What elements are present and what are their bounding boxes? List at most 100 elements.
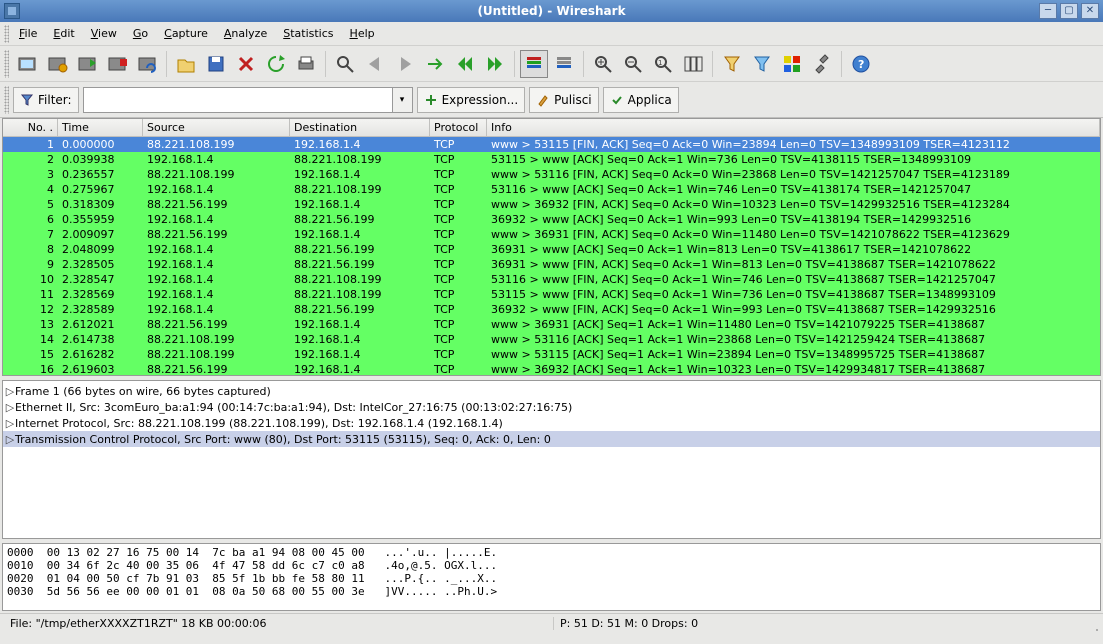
filter-toolbar: Filter: ▾ Expression... Pulisci Applica (0, 82, 1103, 118)
interfaces-button[interactable] (13, 50, 41, 78)
toolbar-separator (841, 51, 842, 77)
filter-label-button[interactable]: Filter: (13, 87, 79, 113)
svg-text:1: 1 (658, 59, 662, 67)
packet-row[interactable]: 72.00909788.221.56.199192.168.1.4TCPwww … (3, 227, 1100, 242)
capture-restart-button[interactable] (133, 50, 161, 78)
go-first-button[interactable] (451, 50, 479, 78)
capture-stop-button[interactable] (103, 50, 131, 78)
expand-triangle-icon[interactable]: ▷ (5, 385, 15, 398)
resize-columns-button[interactable] (679, 50, 707, 78)
expression-button[interactable]: Expression... (417, 87, 526, 113)
capture-options-button[interactable] (43, 50, 71, 78)
column-info[interactable]: Info (487, 119, 1100, 136)
go-forward-icon (394, 53, 416, 75)
menu-go[interactable]: Go (125, 24, 156, 43)
menu-statistics[interactable]: Statistics (275, 24, 341, 43)
packet-row[interactable]: 20.039938192.168.1.488.221.108.199TCP531… (3, 152, 1100, 167)
column-protocol[interactable]: Protocol (430, 119, 487, 136)
auto-scroll-button[interactable] (550, 50, 578, 78)
zoom-out-icon (622, 53, 644, 75)
go-forward-button[interactable] (391, 50, 419, 78)
filter-input[interactable] (83, 87, 393, 113)
display-filters-button[interactable] (748, 50, 776, 78)
close-button[interactable]: ✕ (1081, 3, 1099, 19)
packet-row[interactable]: 82.048099192.168.1.488.221.56.199TCP3693… (3, 242, 1100, 257)
app-icon (4, 3, 20, 19)
filter-icon (20, 93, 34, 107)
window-title: (Untitled) - Wireshark (477, 4, 625, 18)
detail-row[interactable]: ▷ Internet Protocol, Src: 88.221.108.199… (3, 415, 1100, 431)
colorize-button[interactable] (520, 50, 548, 78)
packet-row[interactable]: 50.31830988.221.56.199192.168.1.4TCPwww … (3, 197, 1100, 212)
detail-row[interactable]: ▷ Ethernet II, Src: 3comEuro_ba:a1:94 (0… (3, 399, 1100, 415)
go-to-icon (424, 53, 446, 75)
capture-restart-icon (136, 53, 158, 75)
capture-filters-icon (721, 53, 743, 75)
minimize-button[interactable]: ─ (1039, 3, 1057, 19)
packet-row[interactable]: 60.355959192.168.1.488.221.56.199TCP3693… (3, 212, 1100, 227)
go-first-icon (454, 53, 476, 75)
menu-file[interactable]: File (11, 24, 45, 43)
packet-row[interactable]: 152.61628288.221.108.199192.168.1.4TCPww… (3, 347, 1100, 362)
maximize-button[interactable]: ▢ (1060, 3, 1078, 19)
detail-row[interactable]: ▷ Frame 1 (66 bytes on wire, 66 bytes ca… (3, 383, 1100, 399)
filter-dropdown[interactable]: ▾ (393, 87, 413, 113)
expand-triangle-icon[interactable]: ▷ (5, 401, 15, 414)
resize-columns-icon (682, 53, 704, 75)
packet-row[interactable]: 132.61202188.221.56.199192.168.1.4TCPwww… (3, 317, 1100, 332)
menu-analyze[interactable]: Analyze (216, 24, 275, 43)
column-destination[interactable]: Destination (290, 119, 430, 136)
coloring-rules-button[interactable] (778, 50, 806, 78)
print-button[interactable] (292, 50, 320, 78)
packet-bytes-pane[interactable]: 0000 00 13 02 27 16 75 00 14 7c ba a1 94… (2, 543, 1101, 611)
filterbar-grip[interactable] (4, 86, 9, 114)
menu-help[interactable]: Help (342, 24, 383, 43)
menubar: FileEditViewGoCaptureAnalyzeStatisticsHe… (0, 22, 1103, 46)
reload-button[interactable] (262, 50, 290, 78)
menubar-grip[interactable] (4, 25, 9, 43)
packet-row[interactable]: 112.328569192.168.1.488.221.108.199TCP53… (3, 287, 1100, 302)
menu-view[interactable]: View (83, 24, 125, 43)
packet-list-body[interactable]: 10.00000088.221.108.199192.168.1.4TCPwww… (3, 137, 1100, 375)
zoom-in-button[interactable] (589, 50, 617, 78)
packet-row[interactable]: 162.61960388.221.56.199192.168.1.4TCPwww… (3, 362, 1100, 375)
zoom-100-button[interactable]: 1 (649, 50, 677, 78)
go-to-button[interactable] (421, 50, 449, 78)
apply-button[interactable]: Applica (603, 87, 679, 113)
resize-grip[interactable] (1083, 616, 1099, 632)
clear-button[interactable]: Pulisci (529, 87, 598, 113)
packet-row[interactable]: 122.328589192.168.1.488.221.56.199TCP369… (3, 302, 1100, 317)
close-button[interactable] (232, 50, 260, 78)
packet-row[interactable]: 40.275967192.168.1.488.221.108.199TCP531… (3, 182, 1100, 197)
packet-row[interactable]: 102.328547192.168.1.488.221.108.199TCP53… (3, 272, 1100, 287)
zoom-in-icon (592, 53, 614, 75)
capture-filters-button[interactable] (718, 50, 746, 78)
toolbar-grip[interactable] (4, 50, 9, 78)
go-back-button[interactable] (361, 50, 389, 78)
expand-triangle-icon[interactable]: ▷ (5, 417, 15, 430)
packet-row[interactable]: 92.328505192.168.1.488.221.56.199TCP3693… (3, 257, 1100, 272)
preferences-button[interactable] (808, 50, 836, 78)
capture-stop-icon (106, 53, 128, 75)
open-button[interactable] (172, 50, 200, 78)
find-button[interactable] (331, 50, 359, 78)
packet-details-pane[interactable]: ▷ Frame 1 (66 bytes on wire, 66 bytes ca… (2, 380, 1101, 539)
menu-capture[interactable]: Capture (156, 24, 216, 43)
column-source[interactable]: Source (143, 119, 290, 136)
apply-label: Applica (628, 93, 672, 107)
detail-row[interactable]: ▷ Transmission Control Protocol, Src Por… (3, 431, 1100, 447)
zoom-out-button[interactable] (619, 50, 647, 78)
help-button[interactable]: ? (847, 50, 875, 78)
save-button[interactable] (202, 50, 230, 78)
packet-row[interactable]: 30.23655788.221.108.199192.168.1.4TCPwww… (3, 167, 1100, 182)
column-time[interactable]: Time (58, 119, 143, 136)
capture-start-button[interactable] (73, 50, 101, 78)
capture-start-icon (76, 53, 98, 75)
expand-triangle-icon[interactable]: ▷ (5, 433, 15, 446)
menu-edit[interactable]: Edit (45, 24, 82, 43)
column-no[interactable]: No. . (3, 119, 58, 136)
colorize-icon (523, 53, 545, 75)
packet-row[interactable]: 142.61473888.221.108.199192.168.1.4TCPww… (3, 332, 1100, 347)
packet-row[interactable]: 10.00000088.221.108.199192.168.1.4TCPwww… (3, 137, 1100, 152)
go-last-button[interactable] (481, 50, 509, 78)
